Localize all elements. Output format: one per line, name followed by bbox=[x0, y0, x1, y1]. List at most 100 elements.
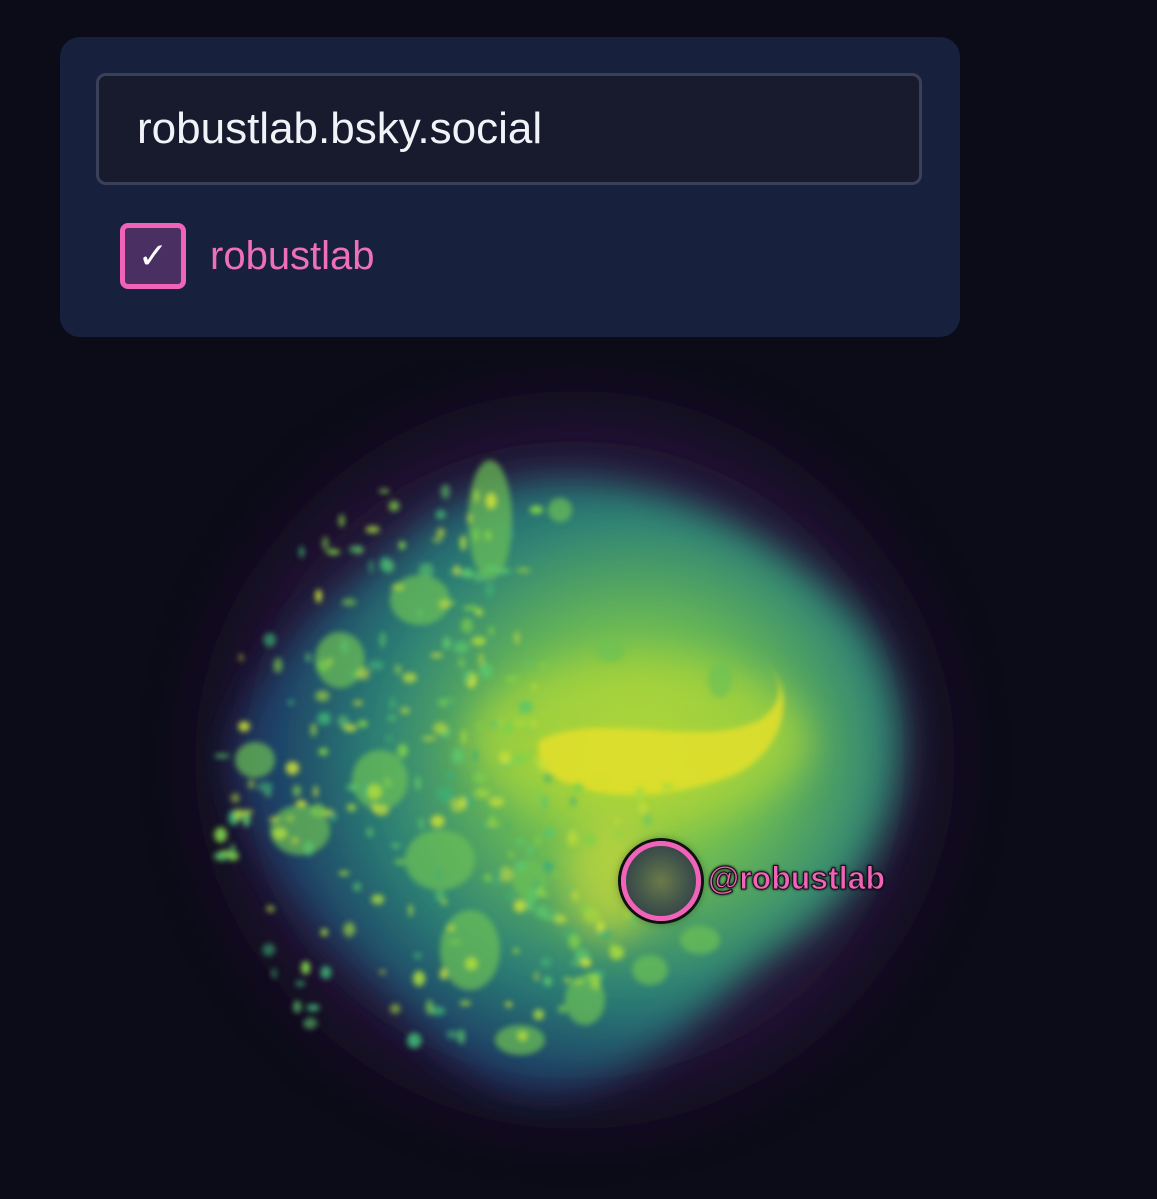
cluster-dot bbox=[582, 833, 597, 847]
cluster-dot bbox=[478, 652, 484, 666]
cluster-dot bbox=[514, 631, 520, 645]
cluster-dot bbox=[563, 978, 572, 983]
cluster-dot bbox=[285, 815, 295, 822]
cluster-blob bbox=[680, 926, 720, 954]
cluster-dot bbox=[368, 660, 384, 671]
cluster-dot bbox=[512, 948, 520, 954]
cluster-dot bbox=[435, 788, 442, 795]
cluster-blob bbox=[390, 575, 450, 625]
cluster-dot bbox=[613, 817, 620, 825]
cluster-dot bbox=[394, 664, 402, 675]
cluster-dot bbox=[272, 827, 288, 840]
cluster-dot bbox=[365, 526, 380, 534]
cluster-dot bbox=[413, 970, 426, 987]
cluster-dot bbox=[461, 729, 466, 745]
network-density-map[interactable] bbox=[0, 360, 1157, 1199]
cluster-dot bbox=[534, 971, 539, 982]
cluster-dot bbox=[266, 905, 275, 913]
cluster-dot bbox=[219, 850, 232, 855]
cluster-dot bbox=[435, 509, 446, 520]
cluster-dot bbox=[320, 966, 332, 979]
cluster-blob bbox=[235, 742, 275, 778]
cluster-dot bbox=[394, 858, 407, 866]
cluster-dot bbox=[534, 879, 539, 892]
cluster-dot bbox=[315, 589, 322, 603]
cluster-dot bbox=[531, 683, 537, 690]
cluster-dot bbox=[238, 721, 251, 732]
cluster-dot bbox=[379, 970, 386, 974]
cluster-dot bbox=[488, 796, 505, 807]
cluster-dot bbox=[234, 809, 243, 821]
search-input[interactable] bbox=[96, 73, 922, 185]
cluster-dot bbox=[537, 892, 550, 897]
cluster-dot bbox=[343, 724, 357, 732]
filter-label[interactable]: robustlab bbox=[210, 234, 375, 279]
cluster-dot bbox=[391, 583, 405, 591]
cluster-blob bbox=[708, 662, 732, 698]
cluster-dot bbox=[419, 817, 424, 830]
cluster-dot bbox=[425, 999, 434, 1015]
cluster-dot bbox=[553, 872, 559, 878]
cluster-dot bbox=[568, 934, 581, 950]
cluster-dot bbox=[285, 761, 300, 775]
cluster-dot bbox=[385, 735, 393, 742]
cluster-dot bbox=[544, 827, 555, 839]
cluster-dot bbox=[397, 743, 408, 758]
cluster-dot bbox=[287, 700, 294, 705]
density-map-canvas[interactable] bbox=[0, 360, 1157, 1199]
cluster-dot bbox=[389, 1003, 401, 1014]
cluster-dot bbox=[474, 788, 490, 799]
cluster-dot bbox=[329, 812, 337, 822]
cluster-dot bbox=[453, 641, 470, 654]
app-page: ✓ robustlab bbox=[0, 0, 1157, 1199]
cluster-blob bbox=[352, 750, 408, 810]
cluster-dot bbox=[488, 626, 494, 636]
cluster-dot bbox=[543, 861, 553, 874]
cluster-dot bbox=[417, 607, 422, 618]
cluster-dot bbox=[472, 528, 480, 542]
cluster-dot bbox=[464, 673, 473, 683]
cluster-dot bbox=[517, 1030, 528, 1041]
cluster-dot bbox=[353, 882, 362, 892]
cluster-dot bbox=[446, 1030, 459, 1039]
cluster-dot bbox=[517, 700, 534, 714]
cluster-dot bbox=[461, 618, 474, 633]
cluster-dot bbox=[349, 545, 364, 554]
filter-checkbox[interactable]: ✓ bbox=[120, 223, 186, 289]
cluster-dot bbox=[489, 815, 496, 823]
cluster-dot bbox=[635, 787, 645, 801]
cluster-dot bbox=[483, 874, 492, 882]
cluster-dot bbox=[661, 783, 674, 791]
cluster-dot bbox=[459, 1000, 471, 1006]
cluster-dot bbox=[541, 795, 549, 811]
cluster-dot bbox=[303, 840, 314, 856]
cluster-dot bbox=[451, 748, 465, 764]
cluster-dot bbox=[352, 700, 364, 706]
user-avatar-marker[interactable] bbox=[621, 841, 701, 921]
checkmark-icon: ✓ bbox=[137, 235, 169, 277]
cluster-dot bbox=[295, 980, 306, 987]
cluster-dot bbox=[533, 1009, 545, 1021]
cluster-dot bbox=[457, 1029, 466, 1044]
cluster-dot bbox=[435, 889, 445, 902]
cluster-dot bbox=[338, 514, 345, 528]
cluster-dot bbox=[460, 568, 474, 578]
cluster-dot bbox=[366, 827, 374, 838]
cluster-dot bbox=[477, 721, 482, 731]
cluster-dot bbox=[472, 572, 487, 582]
user-marker-label[interactable]: @robustlab bbox=[708, 860, 886, 897]
cluster-dot bbox=[537, 759, 548, 771]
cluster-dot bbox=[510, 753, 526, 766]
cluster-dot bbox=[414, 776, 421, 791]
cluster-dot bbox=[484, 530, 492, 542]
cluster-dot bbox=[527, 844, 534, 858]
filter-row: ✓ robustlab bbox=[120, 223, 375, 289]
cluster-dot bbox=[378, 489, 390, 494]
cluster-dot bbox=[445, 772, 454, 780]
cluster-dot bbox=[465, 957, 478, 971]
cluster-dot bbox=[595, 778, 606, 783]
cluster-dot bbox=[441, 698, 457, 703]
cluster-dot bbox=[442, 637, 451, 650]
cluster-dot bbox=[371, 894, 385, 905]
cluster-dot bbox=[383, 777, 392, 788]
